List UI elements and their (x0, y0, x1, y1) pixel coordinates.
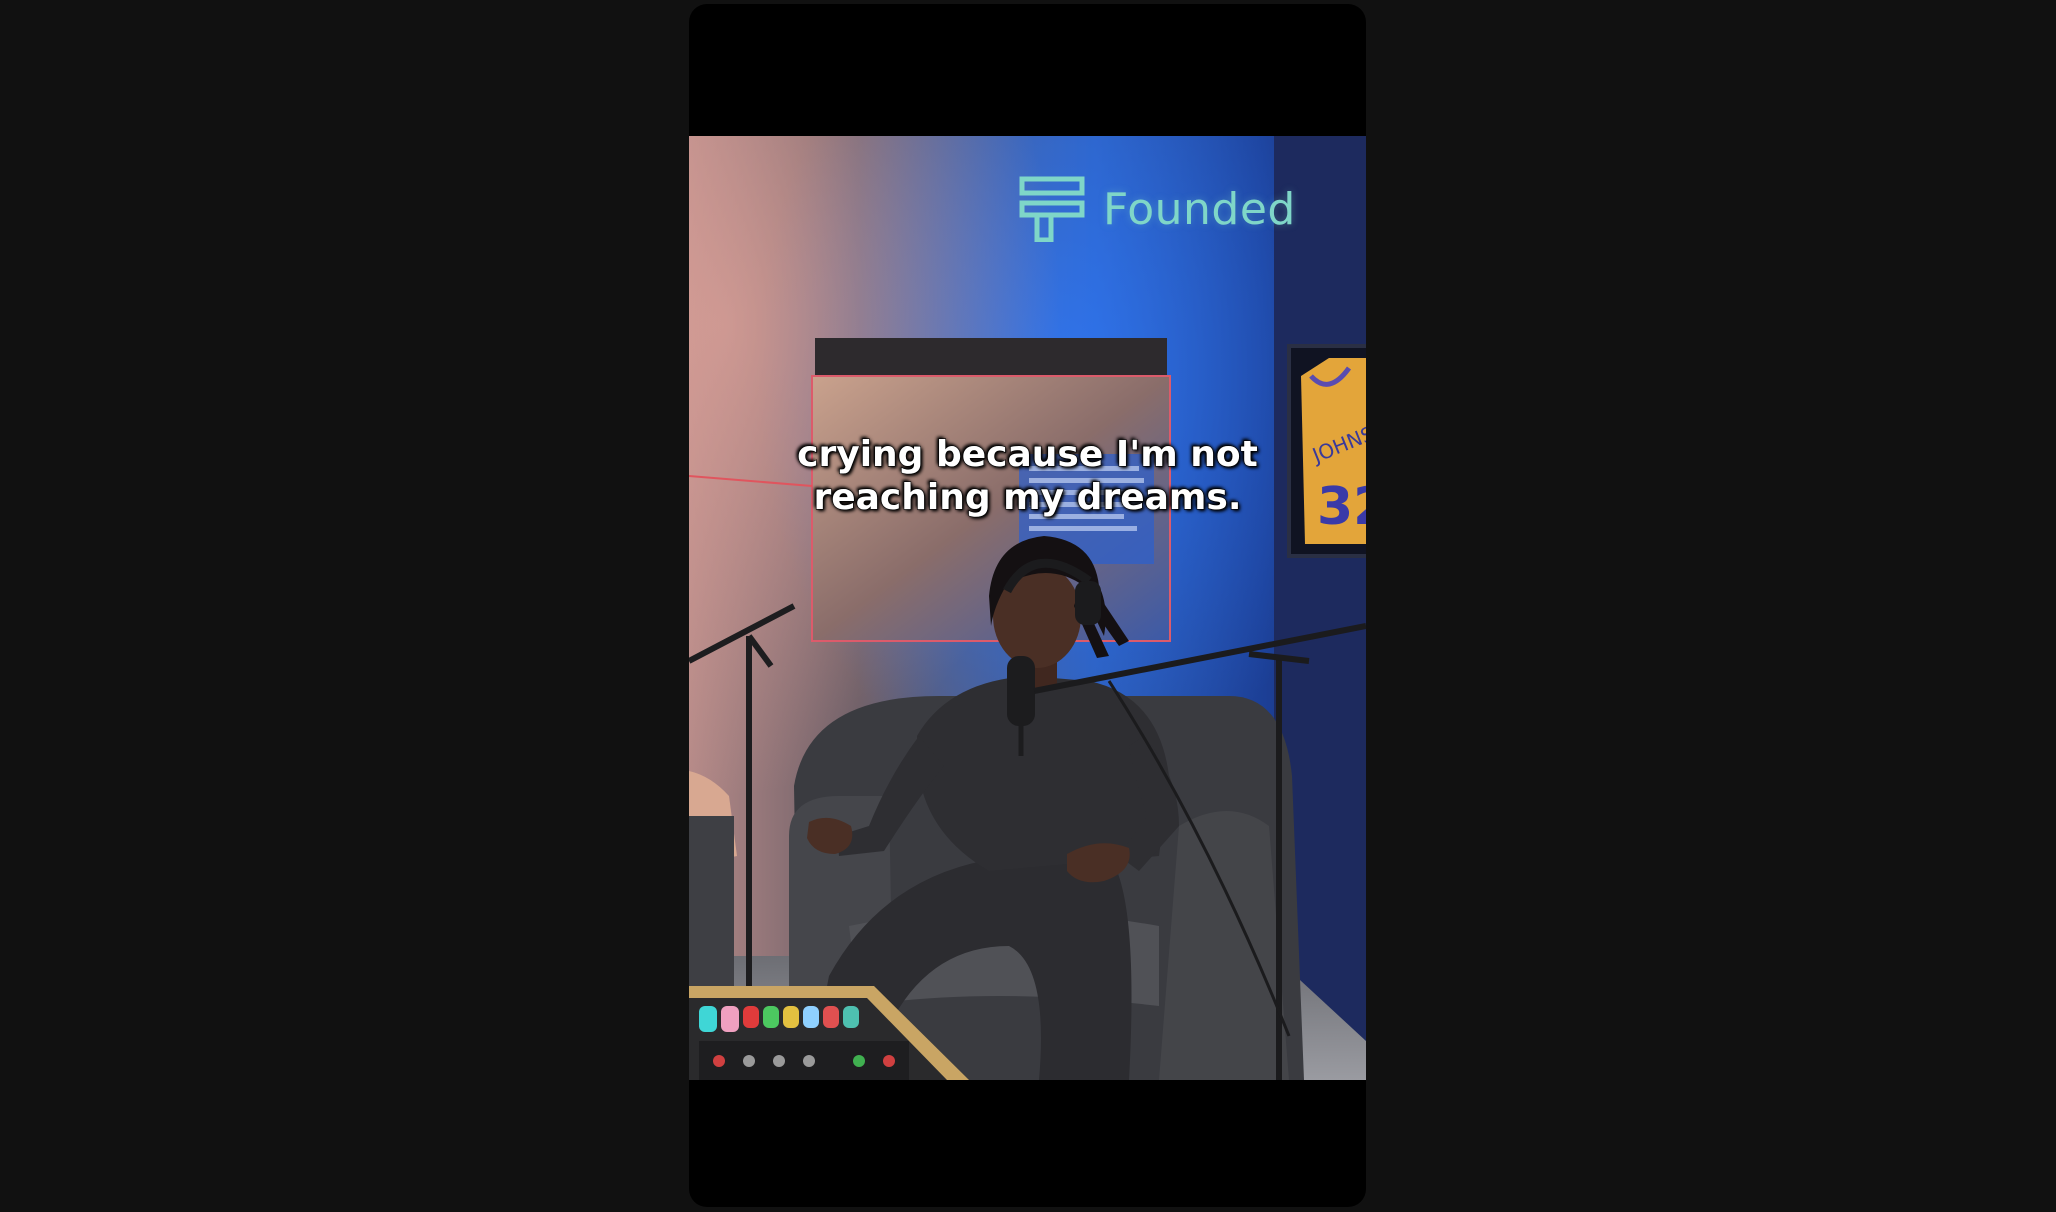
left-chair (689, 816, 734, 996)
video-scene: JOHNS 32 (689, 136, 1366, 1080)
founded-logo-text: Founded (1103, 183, 1296, 235)
viewport: JOHNS 32 (0, 0, 2056, 1212)
founded-logo-icon (1019, 176, 1085, 242)
video-caption: crying because I'm not reaching my dream… (689, 433, 1366, 519)
video-frame[interactable]: JOHNS 32 (689, 136, 1366, 1080)
founded-logo: Founded (1019, 176, 1296, 242)
caption-line-2: reaching my dreams. (813, 476, 1242, 518)
video-player[interactable]: JOHNS 32 (689, 4, 1366, 1207)
caption-line-1: crying because I'm not (797, 433, 1259, 475)
